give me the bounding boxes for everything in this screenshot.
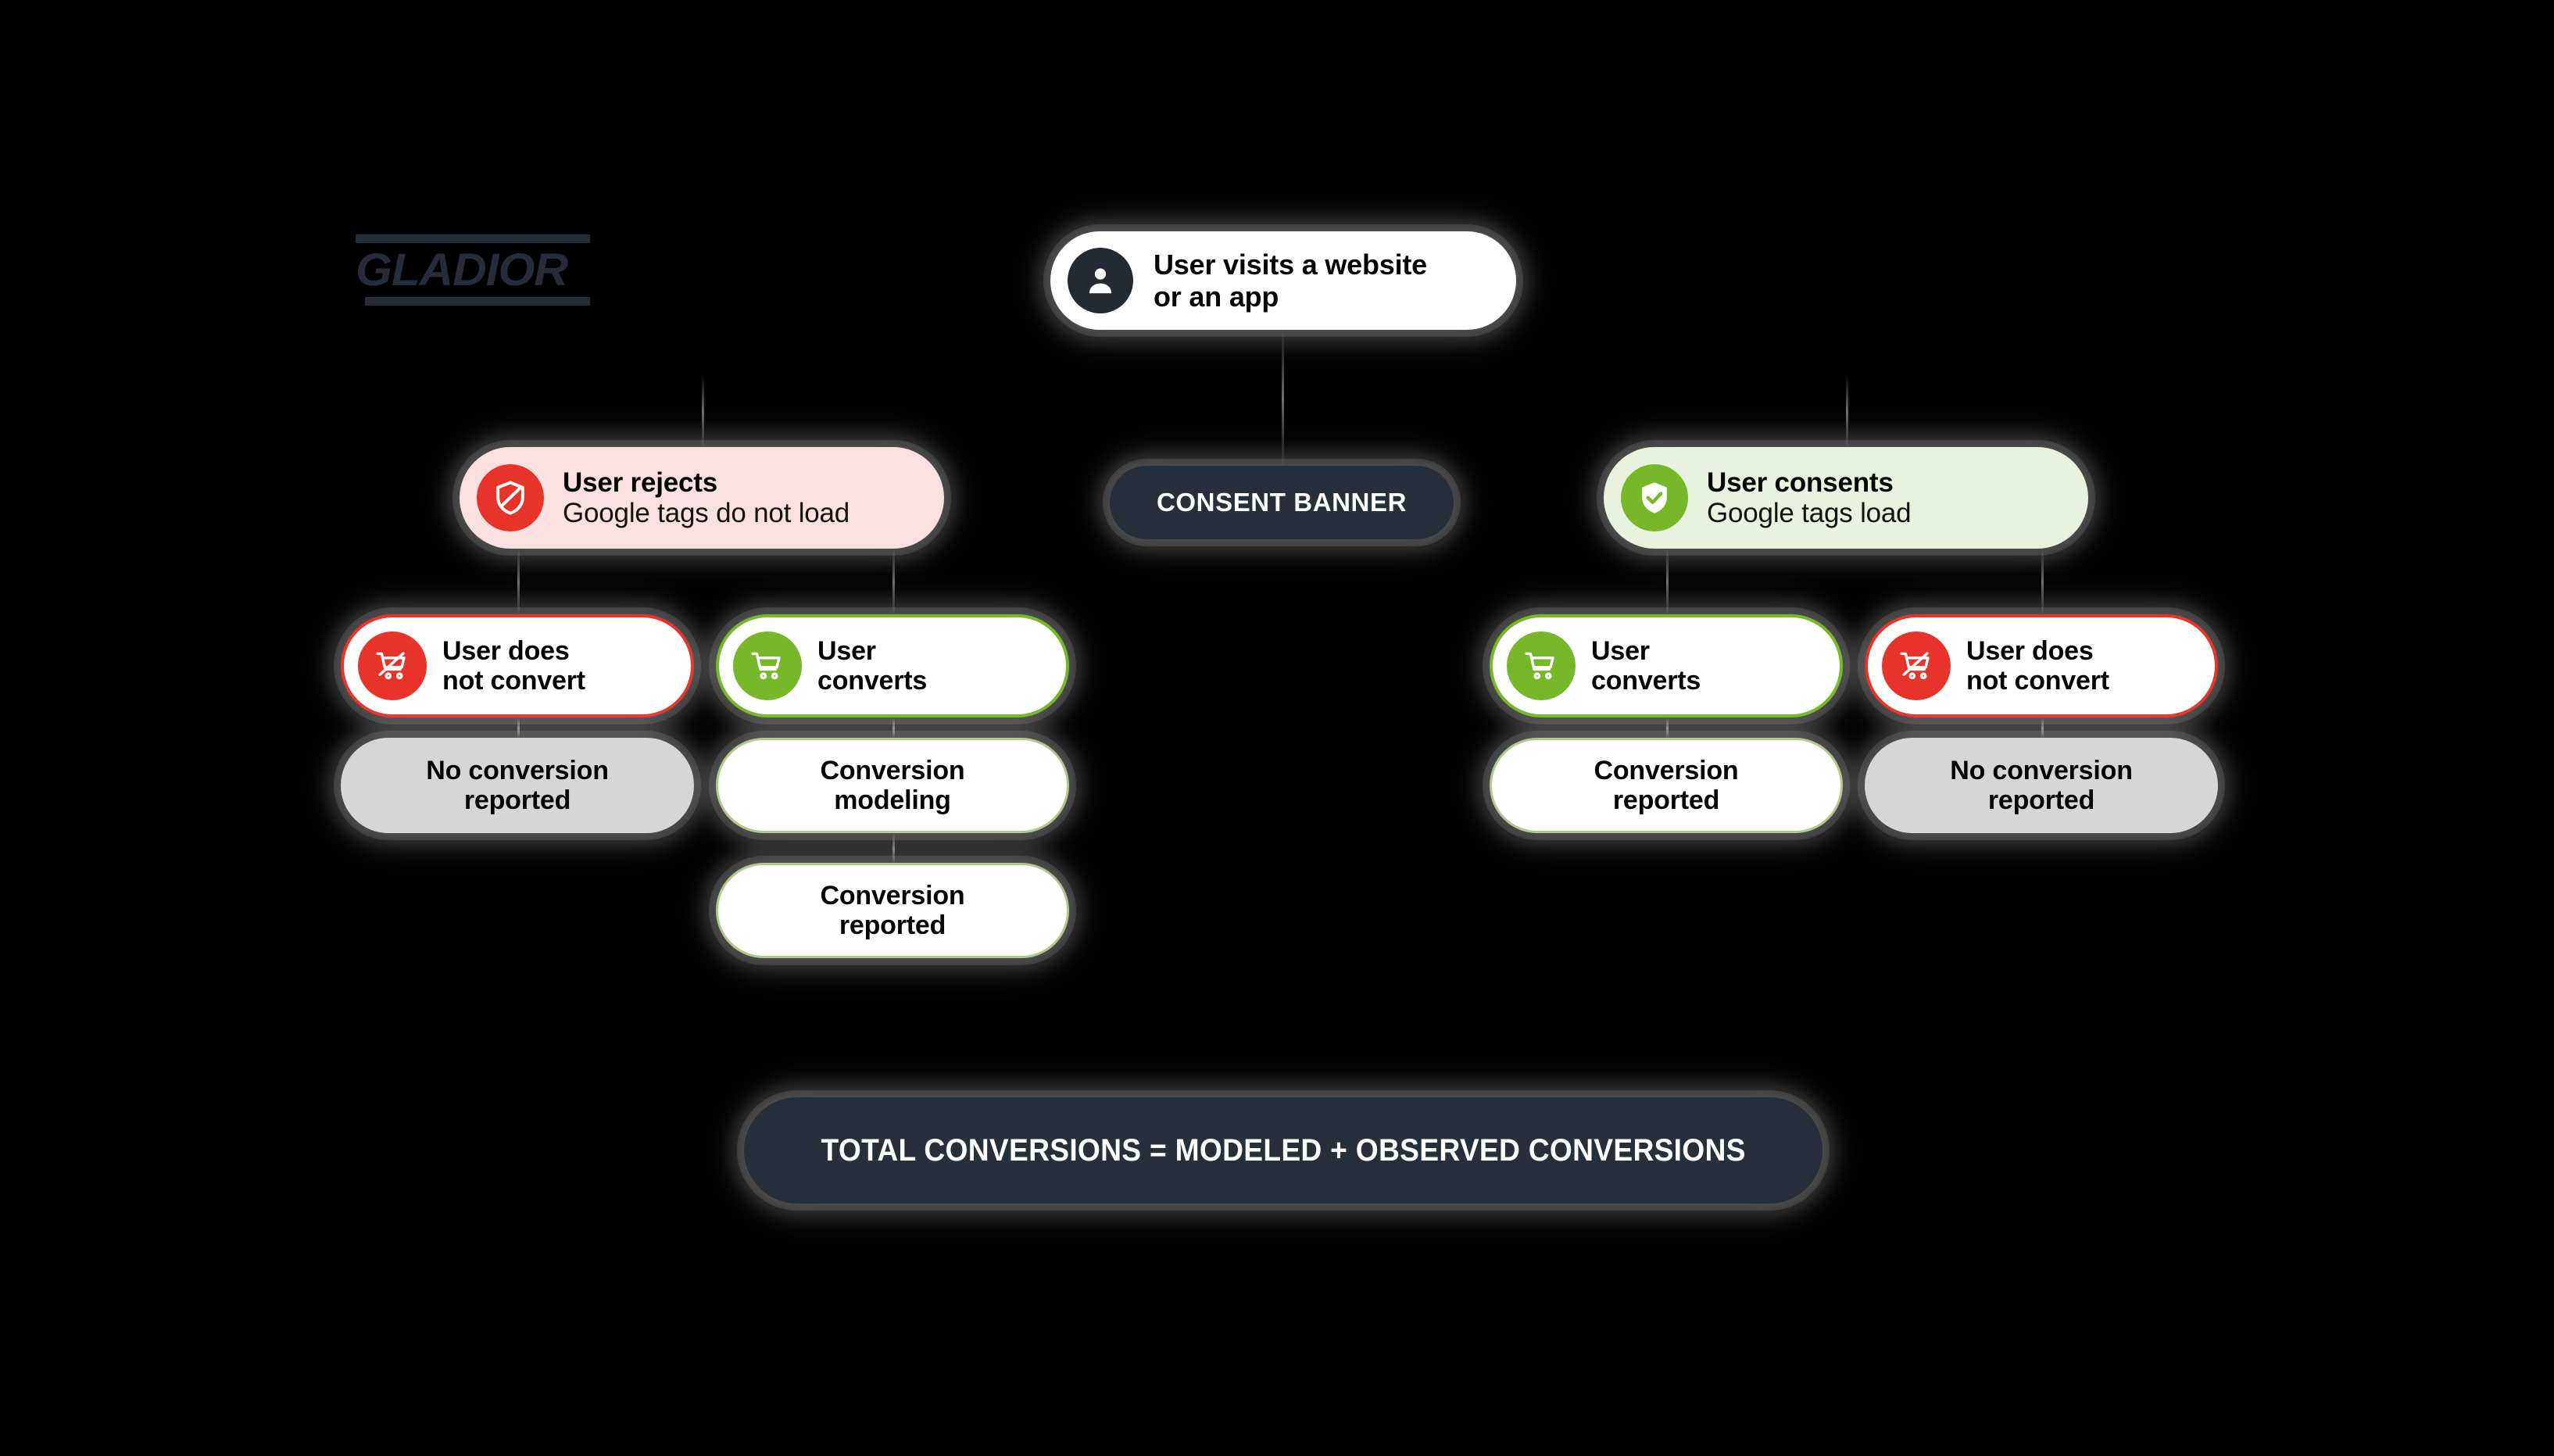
logo-wordmark: GLADIOR <box>356 245 568 295</box>
node-right-user-does-not-convert[interactable]: User does not convert <box>1865 614 2218 717</box>
connector-l-model-report <box>892 833 895 864</box>
node-line2: converts <box>817 666 928 696</box>
connector-r-nc-out <box>2041 717 2044 739</box>
outcome-line2: reported <box>839 910 946 940</box>
node-text: User visits a website or an app <box>1154 249 1427 313</box>
node-line1: User <box>1591 636 1650 666</box>
cart-crossed-icon <box>1882 631 1951 700</box>
node-line1: User <box>817 636 876 666</box>
total-conversions-label: TOTAL CONVERSIONS = MODELED + OBSERVED C… <box>821 1132 1746 1168</box>
node-line1: User consents <box>1707 467 1894 498</box>
outcome-left-no-conversion-reported[interactable]: No conversion reported <box>341 738 694 833</box>
gladior-logo: GLADIOR <box>356 234 590 313</box>
node-line1: User visits a website <box>1154 249 1427 281</box>
node-line2: converts <box>1591 666 1701 696</box>
outcome-text: Conversion modeling <box>820 756 964 815</box>
outcome-line1: Conversion <box>1594 756 1739 785</box>
cart-icon <box>1507 631 1576 700</box>
node-line2: or an app <box>1154 281 1279 313</box>
outcome-line1: Conversion <box>820 881 965 910</box>
outcome-left-conversion-modeling[interactable]: Conversion modeling <box>716 738 1069 833</box>
node-consent-banner[interactable]: CONSENT BANNER <box>1110 466 1454 539</box>
connector-consent-to-converts <box>1666 549 1669 616</box>
outcome-line2: reported <box>1987 785 2095 815</box>
node-text: User consents Google tags load <box>1707 467 1912 529</box>
logo-bar-top <box>356 234 590 243</box>
node-right-user-converts[interactable]: User converts <box>1490 614 1843 717</box>
outcome-line2: reported <box>1612 785 1720 815</box>
connector-l-c-model <box>892 717 895 739</box>
node-left-user-converts[interactable]: User converts <box>716 614 1069 717</box>
node-text: User does not convert <box>1966 636 2109 696</box>
outcome-left-conversion-reported[interactable]: Conversion reported <box>716 863 1069 958</box>
node-user-consents[interactable]: User consents Google tags load <box>1604 447 2088 549</box>
outcome-text: Conversion reported <box>1594 756 1738 815</box>
node-line1: User rejects <box>563 467 718 498</box>
connector-banner-to-consent <box>1846 375 1848 449</box>
node-total-conversions[interactable]: TOTAL CONVERSIONS = MODELED + OBSERVED C… <box>744 1097 1822 1204</box>
node-line2: Google tags do not load <box>563 497 850 528</box>
connector-r-c-report <box>1666 717 1669 739</box>
connector-banner-to-reject <box>702 375 704 449</box>
diagram-canvas: GLADIOR User visits a website or an app … <box>0 0 2554 1456</box>
node-text: User converts <box>817 636 927 696</box>
node-line1: User does <box>1966 636 2094 666</box>
node-user-visits[interactable]: User visits a website or an app <box>1050 231 1516 330</box>
consent-banner-label: CONSENT BANNER <box>1156 488 1408 517</box>
outcome-text: Conversion reported <box>820 881 964 940</box>
person-icon <box>1068 248 1133 313</box>
node-text: User converts <box>1591 636 1701 696</box>
node-line2: not convert <box>442 666 585 696</box>
outcome-line1: Conversion <box>820 756 965 785</box>
connector-reject-to-notconvert <box>517 549 520 616</box>
node-line2: Google tags load <box>1707 497 1912 528</box>
cart-icon <box>733 631 802 700</box>
connector-l-nc-out <box>517 717 520 739</box>
outcome-line1: No conversion <box>426 756 609 785</box>
node-user-rejects[interactable]: User rejects Google tags do not load <box>460 447 944 549</box>
outcome-text: No conversion reported <box>1950 756 2133 815</box>
outcome-line2: modeling <box>834 785 951 815</box>
cart-crossed-icon <box>358 631 427 700</box>
outcome-line1: No conversion <box>1950 756 2133 785</box>
node-line2: not convert <box>1966 666 2109 696</box>
outcome-right-conversion-reported[interactable]: Conversion reported <box>1490 738 1843 833</box>
outcome-line2: reported <box>463 785 571 815</box>
outcome-text: No conversion reported <box>426 756 609 815</box>
connector-visit-to-banner <box>1282 330 1284 467</box>
shield-check-icon <box>1621 464 1688 531</box>
node-text: User does not convert <box>442 636 585 696</box>
shield-block-icon <box>477 464 544 531</box>
connector-reject-to-converts <box>892 549 895 616</box>
node-left-user-does-not-convert[interactable]: User does not convert <box>341 614 694 717</box>
logo-bar-bottom <box>365 297 590 306</box>
node-text: User rejects Google tags do not load <box>563 467 850 529</box>
outcome-right-no-conversion-reported[interactable]: No conversion reported <box>1865 738 2218 833</box>
node-line1: User does <box>442 636 570 666</box>
connector-consent-to-notconvert <box>2041 549 2044 616</box>
